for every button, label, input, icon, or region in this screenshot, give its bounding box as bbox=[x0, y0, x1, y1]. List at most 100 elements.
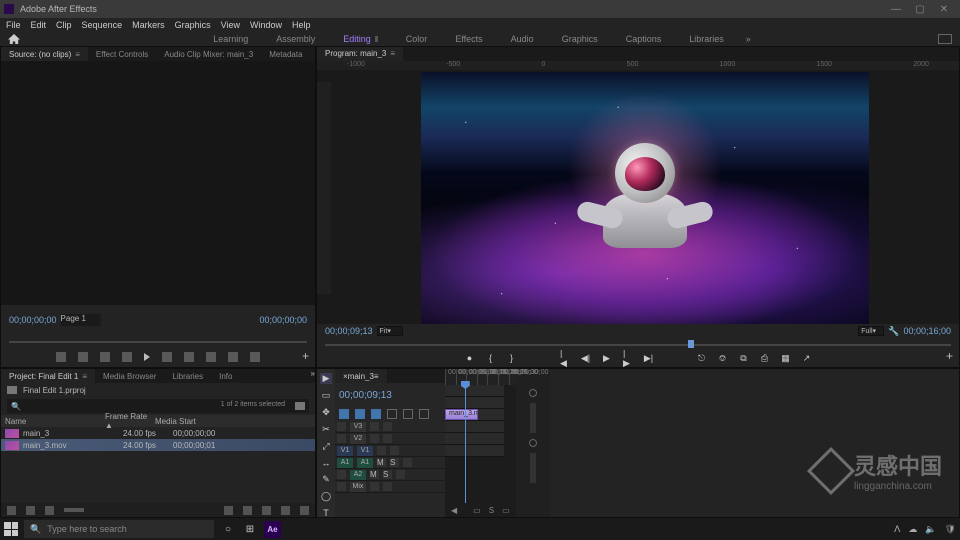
tl-expand-icon[interactable]: ▭ bbox=[502, 506, 510, 515]
trash-icon[interactable] bbox=[300, 506, 309, 515]
ws-audio[interactable]: Audio bbox=[499, 34, 546, 44]
snap-toggle[interactable] bbox=[339, 409, 349, 419]
find-icon[interactable] bbox=[243, 506, 252, 515]
track-select-tool[interactable]: ▭ bbox=[320, 390, 332, 401]
tab-audio-mixer[interactable]: Audio Clip Mixer: main_3 bbox=[156, 47, 261, 61]
scrub-playhead[interactable] bbox=[688, 340, 694, 348]
src-overwrite[interactable] bbox=[228, 352, 238, 362]
menu-help[interactable]: Help bbox=[292, 20, 311, 30]
window-minimize[interactable]: — bbox=[884, 4, 908, 15]
ws-captions[interactable]: Captions bbox=[614, 34, 674, 44]
ws-graphics[interactable]: Graphics bbox=[550, 34, 610, 44]
tl-wrench-icon[interactable] bbox=[403, 409, 413, 419]
program-viewport[interactable] bbox=[421, 72, 869, 324]
start-button[interactable] bbox=[4, 522, 18, 536]
timeline-clip[interactable]: main_3.mov bbox=[445, 409, 478, 420]
new-bin-icon[interactable] bbox=[262, 506, 271, 515]
ws-libraries[interactable]: Libraries bbox=[677, 34, 736, 44]
goto-in-button[interactable]: |◀ bbox=[560, 354, 569, 363]
home-icon[interactable] bbox=[8, 34, 20, 44]
tl-zoom-out-icon[interactable]: ◀ bbox=[451, 506, 457, 515]
timeline-tc[interactable]: 00;00;09;13 bbox=[339, 390, 392, 401]
program-fit-dropdown[interactable]: Fit ▾ bbox=[377, 326, 403, 336]
project-row-sequence[interactable]: main_3 24.00 fps 00;00;00;00 bbox=[1, 427, 315, 439]
program-right-tc[interactable]: 00;00;16;00 bbox=[903, 326, 951, 336]
tab-program[interactable]: Program: main_3≡ bbox=[317, 47, 403, 61]
track-v3[interactable]: V3 bbox=[335, 421, 445, 433]
tl-settings-icon[interactable] bbox=[387, 409, 397, 419]
hand-tool[interactable]: ✎ bbox=[320, 474, 332, 485]
tab-metadata[interactable]: Metadata bbox=[261, 47, 310, 61]
linked-selection-toggle[interactable] bbox=[355, 409, 365, 419]
pen-tool[interactable]: ↔ bbox=[320, 458, 332, 468]
program-left-tc[interactable]: 00;00;09;13 bbox=[325, 326, 373, 336]
razor-tool[interactable]: ✂ bbox=[320, 424, 332, 435]
step-fwd-button[interactable]: |▶ bbox=[623, 354, 632, 363]
window-maximize[interactable]: ▢ bbox=[908, 4, 932, 15]
menu-markers[interactable]: Markers bbox=[132, 20, 165, 30]
freeform-view-icon[interactable] bbox=[45, 506, 54, 515]
slip-tool[interactable]: ⤢ bbox=[320, 441, 332, 452]
track-a1[interactable]: A1A1MS bbox=[335, 457, 445, 469]
extract-button[interactable]: ⎊ bbox=[718, 354, 727, 363]
source-page[interactable]: Page 1 bbox=[61, 314, 101, 326]
menu-window[interactable]: Window bbox=[250, 20, 282, 30]
export-quick-icon[interactable] bbox=[938, 34, 952, 44]
project-row-clip[interactable]: main_3.mov 24.00 fps 00;00;00;01 bbox=[1, 439, 315, 451]
tab-source[interactable]: Source: (no clips)≡ bbox=[1, 47, 88, 61]
mark-out-button[interactable]: } bbox=[507, 354, 516, 363]
menu-view[interactable]: View bbox=[221, 20, 240, 30]
goto-out-button[interactable]: ▶| bbox=[644, 354, 653, 363]
tab-media-browser[interactable]: Media Browser bbox=[95, 369, 164, 383]
shape-tool[interactable]: ◯ bbox=[320, 491, 332, 502]
auto-match-icon[interactable] bbox=[224, 506, 233, 515]
tl-collapse-icon[interactable]: ▭ bbox=[473, 506, 481, 515]
menu-graphics[interactable]: Graphics bbox=[175, 20, 211, 30]
a-track-size[interactable] bbox=[530, 453, 536, 483]
src-step-fwd[interactable] bbox=[162, 352, 172, 362]
src-button-editor[interactable]: + bbox=[302, 349, 309, 363]
col-name[interactable]: Name bbox=[5, 417, 105, 426]
system-tray[interactable]: ᐱ ☁ 🔈 🛡 bbox=[894, 524, 956, 535]
ws-learning[interactable]: Learning bbox=[201, 34, 260, 44]
menu-sequence[interactable]: Sequence bbox=[82, 20, 123, 30]
gutter-circle-2[interactable] bbox=[529, 439, 537, 447]
toggle-button[interactable]: ▦ bbox=[781, 354, 790, 363]
taskbar-search[interactable]: 🔍 Type here to search bbox=[24, 520, 214, 538]
ripple-tool[interactable]: ✥ bbox=[320, 407, 332, 418]
v-track-size[interactable] bbox=[530, 403, 536, 433]
track-v2[interactable]: V2 bbox=[335, 433, 445, 445]
playhead[interactable] bbox=[465, 385, 466, 503]
zoom-slider[interactable] bbox=[64, 508, 84, 512]
ws-assembly[interactable]: Assembly bbox=[264, 34, 327, 44]
ws-overflow[interactable]: » bbox=[746, 34, 751, 44]
marker-toggle[interactable] bbox=[371, 409, 381, 419]
tray-volume-icon[interactable]: 🔈 bbox=[925, 524, 936, 535]
selection-tool[interactable]: ▶ bbox=[320, 373, 332, 384]
src-insert[interactable] bbox=[206, 352, 216, 362]
tray-cloud-icon[interactable]: ☁ bbox=[908, 524, 917, 535]
cortana-icon[interactable]: ○ bbox=[220, 521, 236, 537]
timeline-ruler[interactable]: 00;00 00;00;05;00 00;00;10;00 00;00;15;0… bbox=[445, 369, 516, 385]
project-columns[interactable]: Name Frame Rate ▲ Media Start bbox=[1, 415, 315, 427]
taskview-icon[interactable]: ⊞ bbox=[242, 521, 258, 537]
gutter-circle-1[interactable] bbox=[529, 389, 537, 397]
src-play[interactable] bbox=[144, 353, 150, 361]
prog-button-editor[interactable]: + bbox=[946, 349, 953, 363]
src-mark-out[interactable] bbox=[78, 352, 88, 362]
add-marker-button[interactable]: ● bbox=[465, 354, 474, 363]
tray-overflow-icon[interactable]: ᐱ bbox=[894, 524, 900, 535]
source-right-tc[interactable]: 00;00;00;00 bbox=[259, 315, 307, 325]
export-frame-button[interactable]: ⧉ bbox=[739, 354, 748, 363]
tl-s[interactable]: S bbox=[489, 506, 494, 515]
track-a2[interactable]: A2MS bbox=[335, 469, 445, 481]
ws-color[interactable]: Color bbox=[394, 34, 440, 44]
type-tool[interactable]: T bbox=[320, 508, 332, 518]
menu-edit[interactable]: Edit bbox=[31, 20, 47, 30]
tab-libraries[interactable]: Libraries bbox=[164, 369, 211, 383]
tab-project[interactable]: Project: Final Edit 1≡ bbox=[1, 369, 95, 383]
taskbar-app-ae[interactable]: Ae bbox=[264, 521, 281, 538]
src-step-back[interactable] bbox=[122, 352, 132, 362]
tl-search-icon[interactable] bbox=[419, 409, 429, 419]
timeline-tracks[interactable]: main_3.mov bbox=[445, 385, 516, 503]
